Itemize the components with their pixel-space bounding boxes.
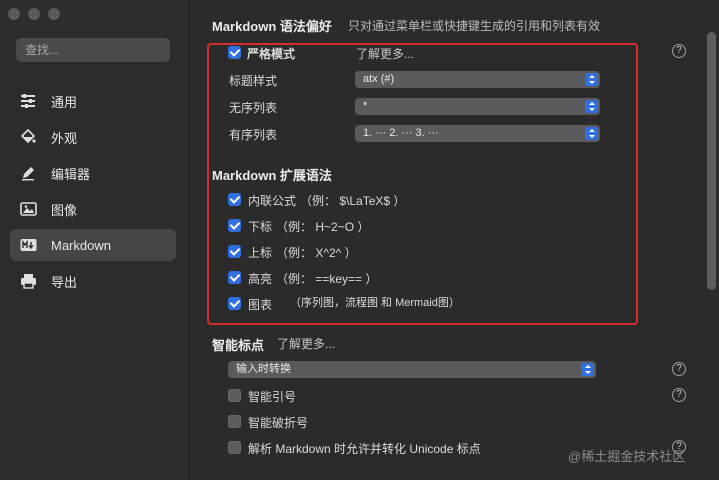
sidebar-item-editor[interactable]: 编辑器 <box>10 157 176 189</box>
superscript-label: 上标 <box>248 246 273 260</box>
markdown-icon <box>19 236 37 254</box>
inline-math-example: （例： $\LaTeX$ ） <box>300 194 406 208</box>
sidebar-item-label: 编辑器 <box>51 166 91 182</box>
sidebar-item-image[interactable]: 图像 <box>10 193 176 225</box>
sliders-icon <box>19 92 37 110</box>
superscript-example: （例： X^2^ ） <box>276 246 357 260</box>
sidebar-item-markdown[interactable]: Markdown <box>10 229 176 261</box>
scrollbar[interactable] <box>707 32 716 290</box>
sidebar-item-appearance[interactable]: 外观 <box>10 121 176 153</box>
chevron-updown-icon <box>581 363 594 376</box>
strict-mode-checkbox[interactable] <box>228 46 241 59</box>
section-title-smart-punctuation: 智能标点 <box>212 338 265 353</box>
search-input[interactable]: 查找... <box>16 38 170 62</box>
ordered-list-select[interactable]: 1. ··· 2. ··· 3. ··· <box>355 125 600 142</box>
watermark: @稀土掘金技术社区 <box>568 449 686 464</box>
highlight-example: （例： ==key== ） <box>276 272 378 286</box>
smart-dashes-label: 智能破折号 <box>248 416 309 430</box>
diagrams-example: （序列图，流程图 和 Mermaid图） <box>290 297 460 309</box>
image-icon <box>19 200 37 218</box>
minimize-window-button[interactable] <box>28 8 40 20</box>
superscript-checkbox[interactable] <box>228 245 241 258</box>
unicode-punctuation-label: 解析 Markdown 时允许并转化 Unicode 标点 <box>248 442 481 456</box>
highlight-checkbox[interactable] <box>228 271 241 284</box>
section-title-markdown-prefs: Markdown 语法偏好 <box>212 19 332 34</box>
heading-style-label: 标题样式 <box>229 74 278 88</box>
pen-icon <box>19 164 37 182</box>
subscript-checkbox[interactable] <box>228 219 241 232</box>
sidebar-item-label: 外观 <box>51 130 78 146</box>
smart-dashes-checkbox[interactable] <box>228 415 241 428</box>
learn-more-link[interactable]: 了解更多... <box>277 335 335 352</box>
zoom-window-button[interactable] <box>48 8 60 20</box>
subscript-example: （例： H~2~O ） <box>276 220 370 234</box>
smart-punctuation-mode-select[interactable]: 输入时转换 <box>228 361 596 378</box>
sidebar-item-general[interactable]: 通用 <box>10 85 176 117</box>
ordered-list-label: 有序列表 <box>229 128 278 142</box>
sidebar-item-label: 图像 <box>51 202 78 218</box>
unicode-punctuation-checkbox[interactable] <box>228 441 241 454</box>
printer-icon <box>19 272 37 290</box>
help-icon[interactable]: ? <box>672 362 686 376</box>
strict-mode-label: 严格模式 <box>247 47 296 61</box>
section-title-extended-syntax: Markdown 扩展语法 <box>212 168 332 183</box>
inline-math-checkbox[interactable] <box>228 193 241 206</box>
unordered-list-label: 无序列表 <box>229 101 278 115</box>
unordered-list-select[interactable]: * <box>355 98 600 115</box>
smart-quotes-label: 智能引号 <box>248 390 297 404</box>
sidebar-item-label: 导出 <box>51 274 78 290</box>
paint-bucket-icon <box>19 128 37 146</box>
unordered-list-value: * <box>363 100 368 112</box>
highlight-label: 高亮 <box>248 272 273 286</box>
sidebar-item-export[interactable]: 导出 <box>10 265 176 297</box>
inline-math-label: 内联公式 <box>248 194 297 208</box>
diagrams-label: 图表 <box>248 298 273 312</box>
subscript-label: 下标 <box>248 220 273 234</box>
section-subtitle: 只对通过菜单栏或快捷键生成的引用和列表有效 <box>348 19 601 33</box>
ordered-list-value: 1. ··· 2. ··· 3. ··· <box>363 127 439 139</box>
close-window-button[interactable] <box>8 8 20 20</box>
help-icon[interactable]: ? <box>672 44 686 58</box>
sidebar-item-label: 通用 <box>51 94 78 110</box>
help-icon[interactable]: ? <box>672 388 686 402</box>
chevron-updown-icon <box>585 127 598 140</box>
heading-style-value: atx (#) <box>363 73 395 85</box>
chevron-updown-icon <box>585 100 598 113</box>
sidebar-item-label: Markdown <box>51 237 111 253</box>
smart-quotes-checkbox[interactable] <box>228 389 241 402</box>
smart-punctuation-mode-value: 输入时转换 <box>236 363 291 375</box>
heading-style-select[interactable]: atx (#) <box>355 71 600 88</box>
diagrams-checkbox[interactable] <box>228 297 241 310</box>
chevron-updown-icon <box>585 73 598 86</box>
learn-more-link[interactable]: 了解更多... <box>356 45 414 62</box>
sidebar: 查找... 通用 外观 编辑器 图像 Markdown 导出 <box>0 0 190 480</box>
window-controls <box>8 8 60 20</box>
